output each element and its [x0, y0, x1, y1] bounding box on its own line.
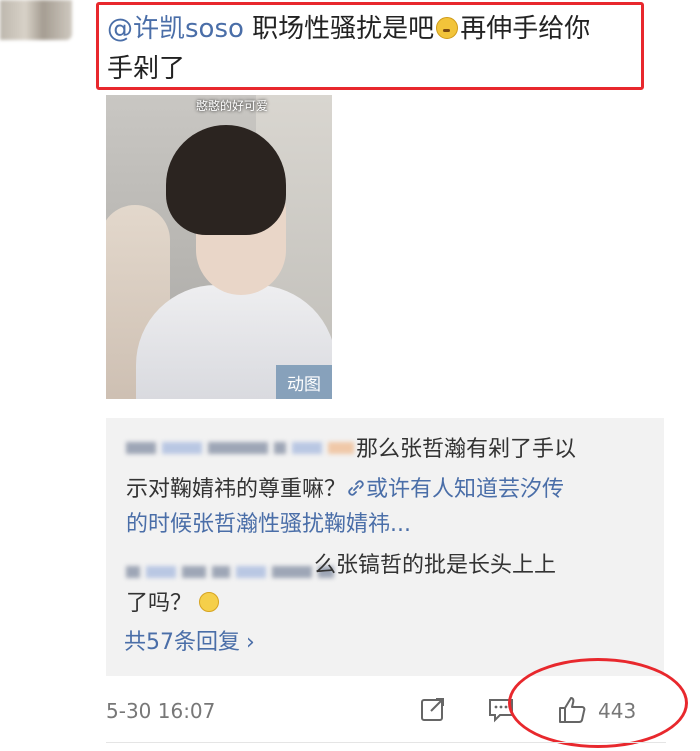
- more-replies-link[interactable]: 共57条回复 ›: [124, 624, 255, 656]
- reply1-line2-text: 示对鞠婧祎的尊重嘛？: [126, 477, 347, 502]
- gif-hair: [166, 125, 286, 235]
- reply1-line2: 示对鞠婧祎的尊重嘛？ 或许有人知道芸汐传: [126, 474, 564, 506]
- gif-badge: 动图: [276, 365, 332, 399]
- more-replies-label: 共57条回复: [124, 630, 240, 655]
- reply2-username-blurred[interactable]: [126, 566, 334, 578]
- comment-text-part2: 再伸手给你: [460, 14, 591, 44]
- reply1-username-blurred[interactable]: [126, 442, 354, 454]
- comment-username[interactable]: @许凯soso: [107, 14, 244, 44]
- reply2-line2-text: 了吗？: [126, 591, 193, 616]
- comment-text-line2: 手剁了: [107, 54, 186, 84]
- reply1-link-line3[interactable]: 的时候张哲瀚性骚扰鞠婧祎...: [126, 509, 411, 541]
- gif-caption: 憨憨的好可爱: [196, 99, 269, 113]
- highlight-oval: [508, 658, 688, 748]
- reply2-line2: 了吗？: [126, 588, 220, 620]
- share-icon[interactable]: [418, 694, 450, 726]
- reply1-line1: 那么张哲瀚有剁了手以: [356, 437, 577, 462]
- thinking-face-emoji-icon: [436, 17, 459, 39]
- reply2-line1: 么张镐哲的批是长头上上: [314, 553, 557, 578]
- highlighted-comment: @许凯soso 职场性骚扰是吧 再伸手给你 手剁了: [96, 2, 644, 90]
- link-icon: [346, 477, 366, 502]
- reply1-link-text[interactable]: 或许有人知道芸汐传: [366, 477, 564, 502]
- chevron-right-icon: ›: [246, 630, 255, 655]
- comment-timestamp: 5-30 16:07: [106, 699, 216, 723]
- comment-text-part1: 职场性骚扰是吧: [243, 14, 435, 44]
- avatar[interactable]: [0, 0, 72, 40]
- divider: [106, 742, 666, 743]
- gif-image[interactable]: 憨憨的好可爱 动图: [106, 95, 332, 399]
- smile-emoji-icon: [199, 592, 220, 612]
